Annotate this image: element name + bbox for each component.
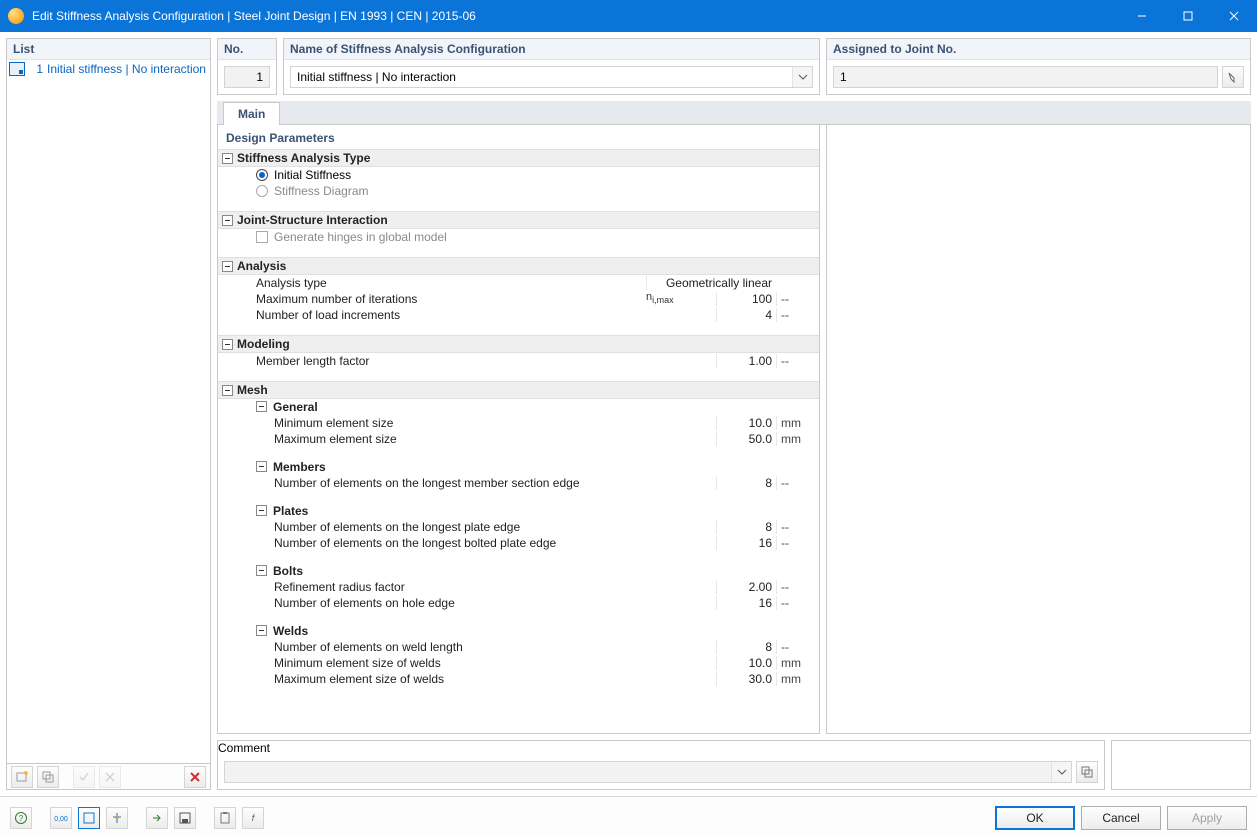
ok-button[interactable]: OK [995,806,1075,830]
svg-text:f: f [252,813,256,823]
subgroup-members[interactable]: Members [218,459,819,475]
app-icon [8,8,24,24]
row-max-elem-size[interactable]: Maximum element size50.0mm [218,431,819,447]
list-pane: List 1 Initial stiffness | No interactio… [6,38,211,790]
subgroup-general[interactable]: General [218,399,819,415]
assigned-input[interactable] [833,66,1218,88]
view-2-button[interactable] [106,807,128,829]
expander-icon [222,153,233,164]
row-member-length-factor[interactable]: Member length factor1.00-- [218,353,819,369]
delete-item-button[interactable] [184,766,206,788]
name-box: Name of Stiffness Analysis Configuration [283,38,820,95]
exclude-button[interactable] [99,766,121,788]
pick-joint-button[interactable] [1222,66,1244,88]
footer-toolbar: ? 0,00 f OK Cancel Apply [0,796,1257,838]
name-input[interactable] [290,66,813,88]
subgroup-welds[interactable]: Welds [218,623,819,639]
save-default-button[interactable] [174,807,196,829]
maximize-button[interactable] [1165,0,1211,32]
comment-dropdown-button[interactable] [1051,762,1071,782]
new-item-button[interactable] [11,766,33,788]
row-refinement-radius[interactable]: Refinement radius factor2.00-- [218,579,819,595]
radio-icon [256,169,268,181]
row-hole-edge-elems[interactable]: Number of elements on hole edge16-- [218,595,819,611]
help-button[interactable]: ? [10,807,32,829]
list-header: List [7,39,210,60]
list-item-icon [9,62,25,76]
preview-panel [826,125,1251,734]
parameters-panel: Design Parameters Stiffness Analysis Typ… [217,125,820,734]
window-title: Edit Stiffness Analysis Configuration | … [32,9,1119,23]
include-button[interactable] [73,766,95,788]
expander-icon [222,339,233,350]
row-min-elem-size[interactable]: Minimum element size10.0mm [218,415,819,431]
comment-preview-box [1111,740,1251,790]
tab-main[interactable]: Main [223,102,280,125]
close-button[interactable] [1211,0,1257,32]
comment-input[interactable] [224,761,1072,783]
row-max-iterations[interactable]: Maximum number of iterationsni,max100-- [218,291,819,307]
no-label: No. [218,39,276,60]
group-joint-structure[interactable]: Joint-Structure Interaction [218,211,819,229]
radio-initial-stiffness[interactable]: Initial Stiffness [218,167,819,183]
minimize-button[interactable] [1119,0,1165,32]
expander-icon [222,385,233,396]
cancel-button[interactable]: Cancel [1081,806,1161,830]
row-member-edge-elems[interactable]: Number of elements on the longest member… [218,475,819,491]
apply-button[interactable]: Apply [1167,806,1247,830]
no-box: No. [217,38,277,95]
expander-icon [222,261,233,272]
name-dropdown-button[interactable] [792,67,812,87]
group-modeling[interactable]: Modeling [218,335,819,353]
subgroup-bolts[interactable]: Bolts [218,563,819,579]
list-item[interactable]: 1 Initial stiffness | No interaction [7,60,210,78]
row-bolted-plate-edge-elems[interactable]: Number of elements on the longest bolted… [218,535,819,551]
titlebar: Edit Stiffness Analysis Configuration | … [0,0,1257,32]
view-1-button[interactable] [78,807,100,829]
row-plate-edge-elems[interactable]: Number of elements on the longest plate … [218,519,819,535]
no-input[interactable] [224,66,270,88]
clipboard-button[interactable] [214,807,236,829]
name-label: Name of Stiffness Analysis Configuration [284,39,819,60]
check-generate-hinges[interactable]: Generate hinges in global model [218,229,819,245]
list-item-label: Initial stiffness | No interaction [47,62,208,76]
expander-icon [256,505,267,516]
checkbox-icon [256,231,268,243]
row-weld-max-size[interactable]: Maximum element size of welds30.0mm [218,671,819,687]
units-button[interactable]: 0,00 [50,807,72,829]
formula-button[interactable]: f [242,807,264,829]
row-analysis-type[interactable]: Analysis typeGeometrically linear [218,275,819,291]
list-item-no: 1 [29,62,43,76]
group-analysis[interactable]: Analysis [218,257,819,275]
copy-item-button[interactable] [37,766,59,788]
row-weld-length-elems[interactable]: Number of elements on weld length8-- [218,639,819,655]
expander-icon [256,565,267,576]
export-button[interactable] [146,807,168,829]
design-parameters-title: Design Parameters [218,125,819,149]
radio-icon [256,185,268,197]
assigned-box: Assigned to Joint No. [826,38,1251,95]
svg-text:0,00: 0,00 [54,816,68,823]
group-mesh[interactable]: Mesh [218,381,819,399]
assigned-label: Assigned to Joint No. [827,39,1250,60]
comment-copy-button[interactable] [1076,761,1098,783]
comment-box: Comment [217,740,1105,790]
group-stiffness-type[interactable]: Stiffness Analysis Type [218,149,819,167]
radio-stiffness-diagram[interactable]: Stiffness Diagram [218,183,819,199]
expander-icon [222,215,233,226]
row-load-increments[interactable]: Number of load increments4-- [218,307,819,323]
expander-icon [256,625,267,636]
comment-label: Comment [218,741,1104,755]
svg-text:?: ? [19,814,24,823]
row-weld-min-size[interactable]: Minimum element size of welds10.0mm [218,655,819,671]
subgroup-plates[interactable]: Plates [218,503,819,519]
tab-strip: Main [217,101,1251,125]
expander-icon [256,461,267,472]
list-toolbar [7,763,210,789]
expander-icon [256,401,267,412]
